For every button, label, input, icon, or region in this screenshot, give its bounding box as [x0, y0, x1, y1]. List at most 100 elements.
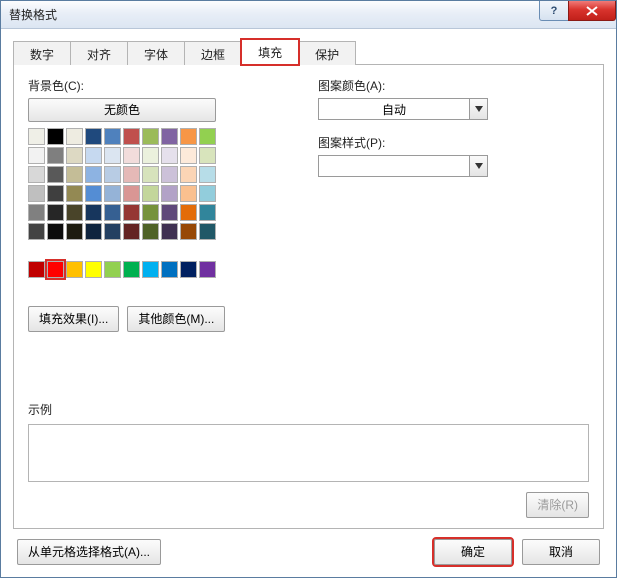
color-swatch[interactable]	[161, 166, 178, 183]
tab-5[interactable]: 保护	[298, 41, 356, 65]
tab-strip: 数字对齐字体边框填充保护	[13, 39, 604, 65]
color-swatch[interactable]	[66, 185, 83, 202]
color-swatch[interactable]	[85, 223, 102, 240]
color-swatch[interactable]	[104, 185, 121, 202]
color-swatch[interactable]	[47, 147, 64, 164]
color-swatch[interactable]	[199, 147, 216, 164]
palette-buttons: 填充效果(I)... 其他颜色(M)...	[28, 306, 258, 332]
close-button[interactable]	[568, 1, 616, 21]
color-swatch[interactable]	[85, 128, 102, 145]
color-swatch[interactable]	[142, 185, 159, 202]
color-swatch[interactable]	[85, 204, 102, 221]
color-swatch[interactable]	[180, 204, 197, 221]
color-swatch[interactable]	[123, 261, 140, 278]
fill-effects-button[interactable]: 填充效果(I)...	[28, 306, 119, 332]
color-swatch[interactable]	[142, 261, 159, 278]
color-swatch[interactable]	[47, 185, 64, 202]
color-swatch[interactable]	[123, 147, 140, 164]
help-button[interactable]: ?	[539, 1, 569, 21]
dialog-window: 替换格式 ? 数字对齐字体边框填充保护 背景色(C): 无颜色 填充效果(I).…	[0, 0, 617, 578]
color-swatch[interactable]	[104, 147, 121, 164]
tab-1[interactable]: 对齐	[70, 41, 128, 65]
color-swatch[interactable]	[123, 128, 140, 145]
color-swatch[interactable]	[199, 128, 216, 145]
color-swatch[interactable]	[180, 261, 197, 278]
color-swatch[interactable]	[28, 147, 45, 164]
color-swatch[interactable]	[123, 166, 140, 183]
color-swatch[interactable]	[199, 185, 216, 202]
tab-3[interactable]: 边框	[184, 41, 242, 65]
color-swatch[interactable]	[66, 147, 83, 164]
color-swatch[interactable]	[161, 261, 178, 278]
clear-button[interactable]: 清除(R)	[526, 492, 589, 518]
color-swatch[interactable]	[104, 128, 121, 145]
color-swatch[interactable]	[180, 223, 197, 240]
color-swatch[interactable]	[180, 128, 197, 145]
color-swatch[interactable]	[85, 166, 102, 183]
tab-4[interactable]: 填充	[241, 39, 299, 65]
more-colors-button[interactable]: 其他颜色(M)...	[127, 306, 225, 332]
color-swatch[interactable]	[28, 204, 45, 221]
color-swatch[interactable]	[66, 223, 83, 240]
color-swatch[interactable]	[47, 261, 64, 278]
color-swatch[interactable]	[180, 166, 197, 183]
color-swatch[interactable]	[161, 185, 178, 202]
color-swatch[interactable]	[123, 204, 140, 221]
color-swatch[interactable]	[199, 204, 216, 221]
color-swatch[interactable]	[28, 185, 45, 202]
choose-from-cell-button[interactable]: 从单元格选择格式(A)...	[17, 539, 161, 565]
pattern-style-combo[interactable]	[318, 155, 488, 177]
color-swatch[interactable]	[85, 261, 102, 278]
color-palette	[28, 128, 216, 278]
palette-gap	[28, 242, 216, 248]
cancel-button[interactable]: 取消	[522, 539, 600, 565]
color-swatch[interactable]	[180, 185, 197, 202]
window-buttons: ?	[539, 1, 616, 21]
pattern-section: 图案颜色(A): 自动 图案样式(P):	[318, 77, 589, 332]
color-swatch[interactable]	[142, 223, 159, 240]
color-swatch[interactable]	[28, 223, 45, 240]
pattern-color-combo[interactable]: 自动	[318, 98, 488, 120]
pattern-style-label: 图案样式(P):	[318, 134, 589, 151]
color-swatch[interactable]	[28, 128, 45, 145]
color-swatch[interactable]	[28, 261, 45, 278]
example-preview	[28, 424, 589, 482]
color-swatch[interactable]	[85, 147, 102, 164]
background-color-section: 背景色(C): 无颜色 填充效果(I)... 其他颜色(M)...	[28, 77, 258, 332]
color-swatch[interactable]	[28, 166, 45, 183]
color-swatch[interactable]	[104, 166, 121, 183]
color-swatch[interactable]	[66, 128, 83, 145]
no-color-button[interactable]: 无颜色	[28, 98, 216, 122]
color-swatch[interactable]	[199, 223, 216, 240]
tab-0[interactable]: 数字	[13, 41, 71, 65]
footer-right: 确定 取消	[434, 539, 600, 565]
color-swatch[interactable]	[123, 185, 140, 202]
color-swatch[interactable]	[47, 204, 64, 221]
color-swatch[interactable]	[199, 166, 216, 183]
color-swatch[interactable]	[47, 166, 64, 183]
color-swatch[interactable]	[161, 147, 178, 164]
pattern-color-value: 自动	[319, 101, 469, 118]
color-swatch[interactable]	[161, 204, 178, 221]
ok-button[interactable]: 确定	[434, 539, 512, 565]
color-swatch[interactable]	[104, 204, 121, 221]
color-swatch[interactable]	[66, 204, 83, 221]
color-swatch[interactable]	[66, 166, 83, 183]
color-swatch[interactable]	[85, 185, 102, 202]
color-swatch[interactable]	[180, 147, 197, 164]
color-swatch[interactable]	[66, 261, 83, 278]
color-swatch[interactable]	[104, 261, 121, 278]
color-swatch[interactable]	[47, 128, 64, 145]
color-swatch[interactable]	[142, 147, 159, 164]
color-swatch[interactable]	[199, 261, 216, 278]
color-swatch[interactable]	[142, 204, 159, 221]
color-swatch[interactable]	[142, 166, 159, 183]
color-swatch[interactable]	[47, 223, 64, 240]
tab-2[interactable]: 字体	[127, 41, 185, 65]
color-swatch[interactable]	[104, 223, 121, 240]
dialog-footer: 从单元格选择格式(A)... 确定 取消	[13, 529, 604, 565]
color-swatch[interactable]	[142, 128, 159, 145]
color-swatch[interactable]	[123, 223, 140, 240]
color-swatch[interactable]	[161, 223, 178, 240]
color-swatch[interactable]	[161, 128, 178, 145]
